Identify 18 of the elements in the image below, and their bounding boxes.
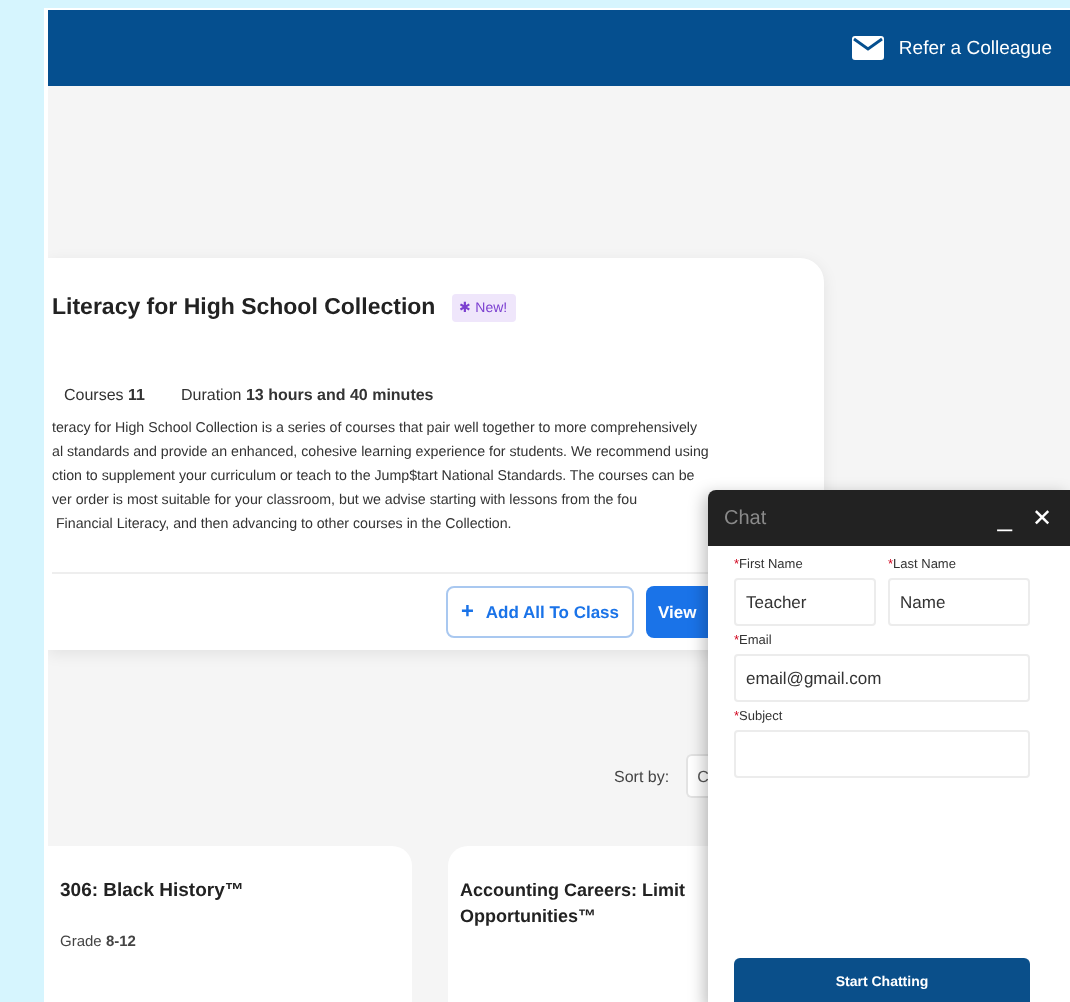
- collection-title: Literacy for High School Collection: [52, 296, 436, 320]
- input-field[interactable]: email@gmail.com: [734, 654, 1030, 702]
- sort-label: Sort by:: [614, 767, 670, 785]
- sort-dropdown[interactable]: C: [685, 754, 708, 798]
- course-title: Accounting Careers: Limit Opportunities™: [460, 878, 688, 930]
- envelope-icon: [852, 36, 885, 60]
- course-title: 306: Black History™: [60, 878, 246, 904]
- add-all-button[interactable]: + Add All To Class: [446, 586, 634, 638]
- minimize-button[interactable]: _: [991, 508, 1018, 528]
- input-field[interactable]: Teacher: [734, 578, 876, 626]
- meta-text: Duration 13 hours and 40 minutes: [180, 386, 434, 404]
- course-card[interactable]: Accounting Careers: Limit Opportunities™: [448, 846, 710, 1002]
- close-button[interactable]: ✕: [1026, 504, 1058, 532]
- refer-colleague-link[interactable]: Refer a Colleague: [852, 36, 1052, 60]
- view-button[interactable]: View: [646, 586, 708, 638]
- input-field[interactable]: Name: [888, 578, 1030, 626]
- chat-title: Chat: [724, 507, 769, 529]
- meta-text: Courses 11: [64, 386, 145, 404]
